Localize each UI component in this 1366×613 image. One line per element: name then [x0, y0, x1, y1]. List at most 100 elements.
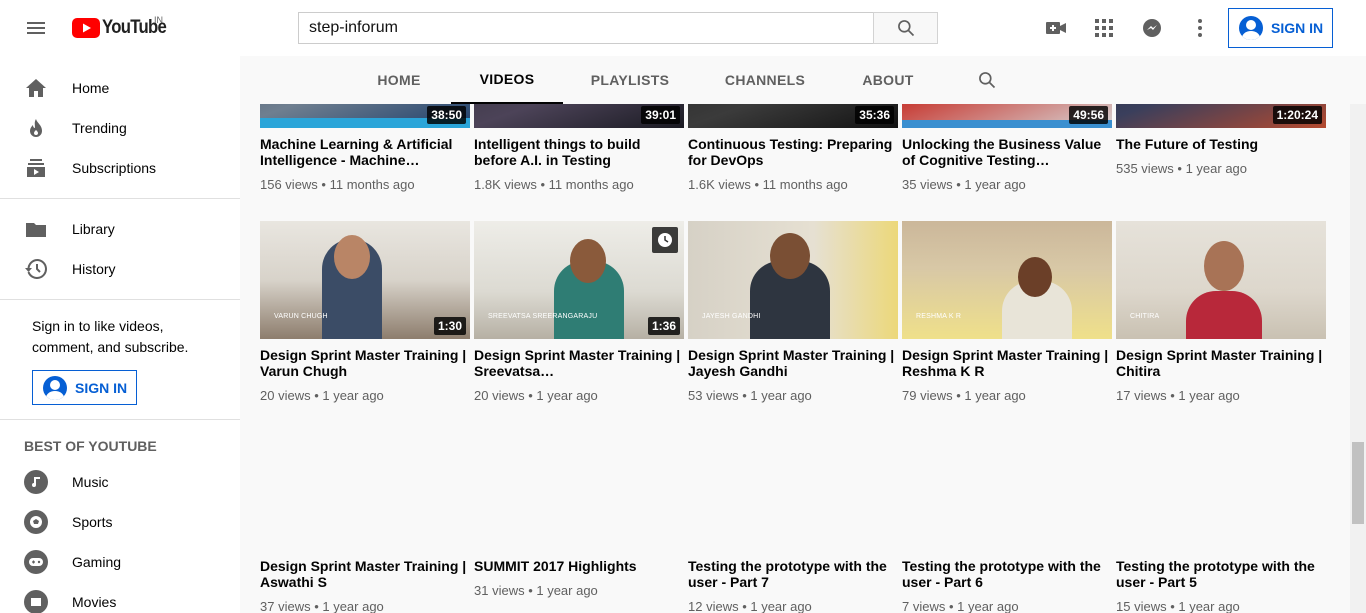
page-scrollbar[interactable]	[1350, 56, 1366, 613]
video-title[interactable]: SUMMIT 2017 Highlights	[474, 558, 684, 574]
person-face	[1018, 257, 1052, 297]
video-title[interactable]: Design Sprint Master Training | Chitira	[1116, 347, 1326, 379]
movies-icon	[24, 590, 48, 613]
sidebar-item-label: Gaming	[72, 554, 122, 570]
youtube-logo[interactable]: YouTube IN	[72, 15, 175, 39]
video-title[interactable]: Design Sprint Master Training | Jayesh G…	[688, 347, 898, 379]
video-item[interactable]: VARUN CHUGH 1:30 Design Sprint Master Tr…	[260, 221, 470, 403]
video-thumbnail[interactable]	[1116, 432, 1326, 550]
tab-playlists[interactable]: PLAYLISTS	[580, 56, 680, 104]
video-item[interactable]: 49:56 Unlocking the Business Value of Co…	[902, 104, 1112, 192]
video-title[interactable]: Testing the prototype with the user - Pa…	[688, 558, 898, 590]
account-icon	[43, 375, 67, 400]
video-metadata: 31 views • 1 year ago	[474, 583, 598, 598]
youtube-play-icon	[72, 18, 100, 38]
video-metadata: 156 views • 11 months ago	[260, 177, 415, 192]
video-item[interactable]: JAYESH GANDHI Design Sprint Master Train…	[688, 221, 898, 403]
thumbnail-name-tag: SREEVATSA SREERANGARAJU	[488, 313, 598, 320]
clock-icon	[658, 233, 672, 247]
video-title[interactable]: Unlocking the Business Value of Cognitiv…	[902, 136, 1112, 168]
video-duration: 1:30	[433, 317, 466, 335]
video-item[interactable]: 35:36 Continuous Testing: Preparing for …	[688, 104, 898, 192]
video-thumbnail[interactable]: 38:50	[260, 104, 470, 128]
video-title[interactable]: Testing the prototype with the user - Pa…	[1116, 558, 1326, 590]
video-title[interactable]: Intelligent things to build before A.I. …	[474, 136, 684, 168]
video-metadata: 15 views • 1 year ago	[1116, 599, 1240, 613]
video-item[interactable]: 1:20:24 The Future of Testing 535 views …	[1116, 104, 1326, 176]
video-thumbnail[interactable]	[688, 432, 898, 550]
video-metadata: 37 views • 1 year ago	[260, 599, 384, 613]
video-thumbnail[interactable]: RESHMA K R	[902, 221, 1112, 339]
sidebar-item-label: Music	[72, 474, 109, 490]
tab-channels[interactable]: CHANNELS	[715, 56, 815, 104]
video-grid: 38:50 Machine Learning & Artificial Inte…	[240, 104, 1350, 613]
video-thumbnail[interactable]: 49:56	[902, 104, 1112, 128]
sidebar-item-gaming[interactable]: Gaming	[0, 542, 240, 582]
video-thumbnail[interactable]	[902, 432, 1112, 550]
video-thumbnail[interactable]: JAYESH GANDHI	[688, 221, 898, 339]
tab-about[interactable]: ABOUT	[852, 56, 924, 104]
sidebar-item-library[interactable]: Library	[0, 209, 240, 249]
video-item[interactable]: SREEVATSA SREERANGARAJU 1:36 Design Spri…	[474, 221, 684, 403]
sidebar-item-history[interactable]: History	[0, 249, 240, 289]
scrollbar-thumb[interactable]	[1352, 442, 1364, 524]
video-title[interactable]: Machine Learning & Artificial Intelligen…	[260, 136, 470, 168]
video-title[interactable]: Design Sprint Master Training | Reshma K…	[902, 347, 1112, 379]
video-thumbnail[interactable]: CHITIRA	[1116, 221, 1326, 339]
sidebar-item-label: Subscriptions	[72, 160, 157, 176]
masthead-sign-in-button[interactable]: SIGN IN	[1228, 8, 1333, 48]
video-item[interactable]: Testing the prototype with the user - Pa…	[1116, 432, 1326, 613]
messages-icon	[1143, 19, 1161, 37]
history-icon	[24, 257, 48, 281]
video-item[interactable]: SUMMIT 2017 Highlights 31 views • 1 year…	[474, 432, 684, 598]
gaming-icon	[24, 550, 48, 574]
sidebar-item-subscriptions[interactable]: Subscriptions	[0, 148, 240, 188]
video-thumbnail[interactable]: SREEVATSA SREERANGARAJU 1:36	[474, 221, 684, 339]
apps-button[interactable]	[1092, 16, 1116, 40]
video-title[interactable]: Design Sprint Master Training | Aswathi …	[260, 558, 470, 590]
sidebar-item-movies[interactable]: Movies	[0, 582, 240, 613]
video-thumbnail[interactable]: 39:01	[474, 104, 684, 128]
sidebar-item-home[interactable]: Home	[0, 68, 240, 108]
video-title[interactable]: Design Sprint Master Training | Sreevats…	[474, 347, 684, 379]
video-duration: 39:01	[641, 106, 680, 124]
video-thumbnail[interactable]: 1:20:24	[1116, 104, 1326, 128]
tab-home[interactable]: HOME	[354, 56, 444, 104]
video-item[interactable]: 38:50 Machine Learning & Artificial Inte…	[260, 104, 470, 192]
person-face	[770, 233, 810, 279]
channel-search-button[interactable]	[972, 56, 1002, 104]
guide-menu-button[interactable]	[16, 8, 56, 48]
subscriptions-icon	[24, 156, 48, 180]
search-input[interactable]	[298, 12, 874, 44]
video-camera-icon	[1046, 22, 1066, 34]
video-item[interactable]: RESHMA K R Design Sprint Master Training…	[902, 221, 1112, 403]
video-title[interactable]: Continuous Testing: Preparing for DevOps	[688, 136, 898, 168]
video-thumbnail[interactable]	[260, 432, 470, 550]
create-video-button[interactable]	[1044, 16, 1068, 40]
video-title[interactable]: Testing the prototype with the user - Pa…	[902, 558, 1112, 590]
video-duration: 1:36	[647, 317, 680, 335]
tab-videos[interactable]: VIDEOS	[451, 56, 563, 104]
video-item[interactable]: Testing the prototype with the user - Pa…	[688, 432, 898, 613]
video-thumbnail[interactable]	[474, 432, 684, 550]
video-item[interactable]: Testing the prototype with the user - Pa…	[902, 432, 1112, 613]
video-title[interactable]: Design Sprint Master Training | Varun Ch…	[260, 347, 470, 379]
person-figure	[1186, 291, 1262, 339]
sidebar-item-music[interactable]: Music	[0, 462, 240, 502]
video-thumbnail[interactable]: VARUN CHUGH 1:30	[260, 221, 470, 339]
messages-button[interactable]	[1140, 16, 1164, 40]
video-thumbnail[interactable]: 35:36	[688, 104, 898, 128]
video-item[interactable]: Design Sprint Master Training | Aswathi …	[260, 432, 470, 613]
watch-later-button[interactable]	[652, 227, 678, 253]
video-item[interactable]: 39:01 Intelligent things to build before…	[474, 104, 684, 192]
settings-more-button[interactable]	[1188, 16, 1212, 40]
account-icon	[1239, 16, 1263, 40]
sidebar-item-label: History	[72, 261, 116, 277]
search-button[interactable]	[873, 12, 938, 44]
sidebar-item-trending[interactable]: Trending	[0, 108, 240, 148]
video-title[interactable]: The Future of Testing	[1116, 136, 1326, 152]
sidebar-item-sports[interactable]: Sports	[0, 502, 240, 542]
video-item[interactable]: CHITIRA Design Sprint Master Training | …	[1116, 221, 1326, 403]
video-metadata: 12 views • 1 year ago	[688, 599, 812, 613]
sidebar-sign-in-button[interactable]: SIGN IN	[32, 370, 137, 405]
